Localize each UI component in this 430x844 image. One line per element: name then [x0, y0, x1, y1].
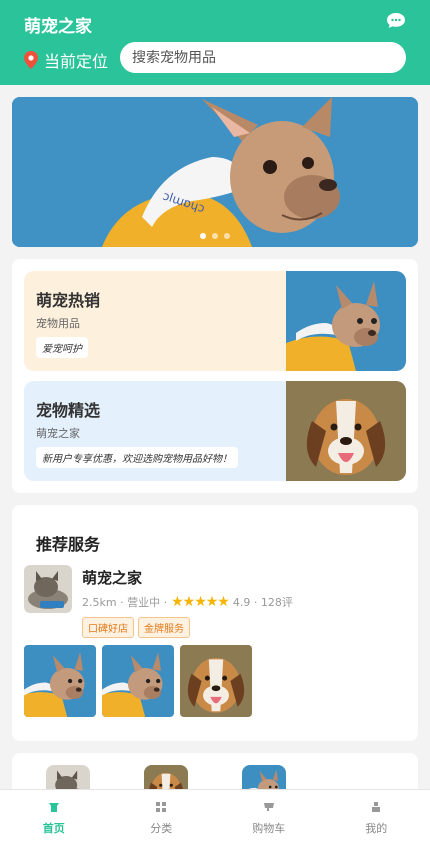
tab-category[interactable]: 分类 [108, 790, 216, 844]
tab-profile[interactable]: 我的 [323, 790, 430, 844]
cart-icon [263, 802, 274, 812]
category-image [286, 381, 406, 481]
tab-label: 我的 [365, 822, 388, 835]
rating-stars: ★★★★★ [171, 594, 230, 610]
shop-status: 营业中 [127, 596, 161, 609]
category-image [286, 271, 406, 371]
category-subtitle: 宠物用品 [36, 317, 80, 330]
shop-badges: 口碑好店 金牌服务 [82, 617, 190, 638]
category-subtitle: 萌宠之家 [36, 427, 80, 440]
meta-separator: · [160, 595, 168, 609]
current-location[interactable]: 当前定位 [24, 48, 108, 72]
user-icon [371, 802, 381, 812]
category-panel: 萌宠热销 宠物用品 爱宠呵护 宠物精选 萌宠之家 新用户专享优惠，欢迎选购宠物用… [12, 259, 418, 493]
app-header: 萌宠之家 当前定位 [0, 0, 430, 85]
banner-image: ɔlɯɒɥɔ [12, 97, 418, 247]
search-input[interactable] [132, 49, 406, 66]
shop-gallery [24, 645, 252, 717]
banner-dot[interactable] [224, 233, 230, 239]
location-label: 当前定位 [44, 52, 109, 71]
category-grid-icon [156, 802, 167, 812]
hero-banner[interactable]: ɔlɯɒɥɔ [12, 97, 418, 247]
location-pin-icon [24, 51, 38, 69]
gallery-image[interactable] [180, 645, 252, 717]
shop-meta: 2.5km · 营业中 · ★★★★★ 4.9 · 128评 [82, 594, 293, 610]
service-panel: 推荐服务 萌宠之家 2.5km · 营业中 · ★★★★★ 4.9 · 128评… [12, 505, 418, 741]
tab-label: 购物车 [252, 822, 286, 835]
search-box[interactable] [120, 42, 406, 73]
shop-badge: 金牌服务 [138, 617, 190, 638]
banner-pagination [200, 233, 230, 239]
home-icon [48, 802, 59, 812]
shop-badge: 口碑好店 [82, 617, 134, 638]
banner-dot[interactable] [212, 233, 218, 239]
tab-cart[interactable]: 购物车 [215, 790, 323, 844]
gallery-image[interactable] [102, 645, 174, 717]
bottom-tab-bar: 首页 分类 购物车 我的 [0, 789, 430, 844]
app-title: 萌宠之家 [24, 17, 92, 37]
shop-distance: 2.5km [82, 595, 117, 609]
gallery-image[interactable] [24, 645, 96, 717]
tab-label: 首页 [42, 822, 65, 835]
category-title: 宠物精选 [36, 401, 101, 420]
shop-name[interactable]: 萌宠之家 [82, 567, 142, 588]
section-title: 推荐服务 [36, 535, 101, 554]
meta-separator: · [250, 595, 261, 609]
category-tag: 新用户专享优惠，欢迎选购宠物用品好物！ [36, 447, 238, 468]
meta-separator: · [116, 595, 128, 609]
banner-dot[interactable] [200, 233, 206, 239]
category-card-hot[interactable]: 萌宠热销 宠物用品 爱宠呵护 [24, 271, 406, 371]
category-title: 萌宠热销 [36, 291, 101, 310]
tab-home[interactable]: 首页 [0, 790, 108, 844]
category-card-select[interactable]: 宠物精选 萌宠之家 新用户专享优惠，欢迎选购宠物用品好物！ [24, 381, 406, 481]
shop-rating: 4.9 [232, 595, 251, 609]
shop-thumbnail[interactable] [24, 565, 72, 613]
chat-bubble-icon[interactable] [386, 12, 406, 29]
category-tag: 爱宠呵护 [36, 337, 88, 358]
tab-label: 分类 [150, 822, 173, 835]
shop-reviews: 128评 [260, 596, 293, 609]
